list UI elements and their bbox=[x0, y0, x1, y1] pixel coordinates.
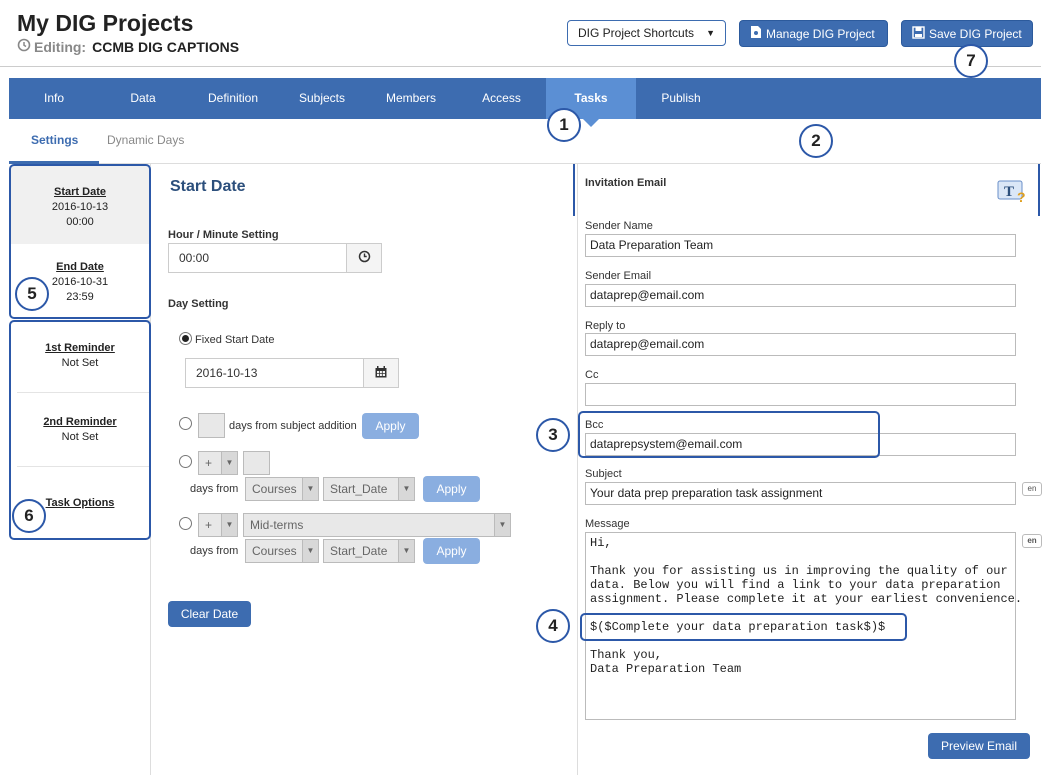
manage-label: Manage DIG Project bbox=[766, 26, 875, 41]
history-icon bbox=[17, 38, 31, 55]
date-field-select[interactable]: Start_Date ▼ bbox=[323, 539, 415, 563]
project-shortcuts-select[interactable]: DIG Project Shortcuts ▼ bbox=[567, 20, 726, 46]
message-label: Message bbox=[585, 518, 630, 530]
courses-select[interactable]: Courses ▼ bbox=[245, 539, 319, 563]
sign-select[interactable]: + ▼ bbox=[198, 513, 238, 537]
subtab-settings[interactable]: Settings bbox=[31, 133, 78, 147]
days-count-input[interactable] bbox=[198, 413, 225, 438]
callout-badge: 6 bbox=[12, 499, 46, 533]
tab-access[interactable]: Access bbox=[457, 78, 546, 119]
language-badge[interactable]: en bbox=[1022, 482, 1042, 496]
days-from-label: days from bbox=[190, 483, 239, 495]
fixed-start-date-radio[interactable] bbox=[179, 332, 192, 345]
tab-data[interactable]: Data bbox=[99, 78, 187, 119]
main-nav: Info Data Definition Subjects Members Ac… bbox=[9, 78, 1041, 127]
clock-icon bbox=[358, 250, 371, 266]
sender-name-label: Sender Name bbox=[585, 220, 653, 232]
document-icon bbox=[750, 25, 762, 42]
cc-label: Cc bbox=[585, 369, 599, 381]
calendar-button[interactable] bbox=[363, 358, 399, 388]
apply-button[interactable]: Apply bbox=[362, 413, 419, 439]
project-name: CCMB DIG CAPTIONS bbox=[92, 38, 240, 55]
hour-minute-label: Hour / Minute Setting bbox=[168, 229, 279, 241]
sign-select[interactable]: + ▼ bbox=[198, 451, 238, 475]
time-input[interactable]: 00:00 bbox=[168, 243, 347, 273]
days-from-label: days from bbox=[190, 545, 239, 557]
cc-input[interactable] bbox=[585, 383, 1016, 406]
calendar-icon bbox=[375, 365, 387, 381]
sender-name-input[interactable]: Data Preparation Team bbox=[585, 234, 1016, 257]
days-from-addition-radio[interactable] bbox=[179, 417, 192, 430]
highlight-box-email-header bbox=[573, 164, 1040, 216]
sender-email-input[interactable]: dataprep@email.com bbox=[585, 284, 1016, 307]
day-setting-label: Day Setting bbox=[168, 298, 229, 310]
shortcuts-label: DIG Project Shortcuts bbox=[578, 26, 695, 40]
caret-down-icon: ▼ bbox=[221, 514, 237, 536]
language-badge[interactable]: en bbox=[1022, 534, 1042, 548]
reply-to-input[interactable]: dataprep@email.com bbox=[585, 333, 1016, 356]
caret-down-icon: ▼ bbox=[221, 452, 237, 474]
save-project-button[interactable]: Save DIG Project bbox=[901, 20, 1033, 47]
editing-indicator: Editing: CCMB DIG CAPTIONS bbox=[17, 38, 239, 55]
highlight-box-bcc bbox=[578, 411, 880, 458]
caret-down-icon: ▼ bbox=[398, 478, 414, 500]
caret-down-icon: ▼ bbox=[398, 540, 414, 562]
subtab-dynamic-days[interactable]: Dynamic Days bbox=[107, 133, 184, 147]
callout-badge: 5 bbox=[15, 277, 49, 311]
sub-tabs: Settings Dynamic Days bbox=[9, 119, 1041, 164]
tab-members[interactable]: Members bbox=[365, 78, 457, 119]
event-select[interactable]: Mid-terms ▼ bbox=[243, 513, 511, 537]
offset-days-input[interactable] bbox=[243, 451, 270, 475]
subject-label: Subject bbox=[585, 468, 622, 480]
tab-definition[interactable]: Definition bbox=[187, 78, 279, 119]
days-from-addition-label: days from subject addition bbox=[229, 420, 357, 432]
clock-button[interactable] bbox=[346, 243, 382, 273]
sender-email-label: Sender Email bbox=[585, 270, 652, 282]
courses-select[interactable]: Courses ▼ bbox=[245, 477, 319, 501]
caret-down-icon: ▼ bbox=[302, 540, 318, 562]
header-divider bbox=[0, 66, 1041, 67]
fixed-start-date-label: Fixed Start Date bbox=[195, 334, 275, 346]
callout-badge: 1 bbox=[547, 108, 581, 142]
save-icon bbox=[912, 25, 925, 42]
relative-date-radio-1[interactable] bbox=[179, 455, 192, 468]
callout-badge: 3 bbox=[536, 418, 570, 452]
apply-button[interactable]: Apply bbox=[423, 538, 480, 564]
date-field-select[interactable]: Start_Date ▼ bbox=[323, 477, 415, 501]
highlight-box-task-link bbox=[580, 613, 907, 641]
editing-label: Editing: bbox=[34, 38, 87, 55]
tab-publish[interactable]: Publish bbox=[636, 78, 726, 119]
caret-down-icon: ▼ bbox=[302, 478, 318, 500]
clear-date-button[interactable]: Clear Date bbox=[168, 601, 251, 627]
section-title: Start Date bbox=[170, 178, 246, 195]
callout-badge: 2 bbox=[799, 124, 833, 158]
relative-date-radio-2[interactable] bbox=[179, 517, 192, 530]
reply-to-label: Reply to bbox=[585, 320, 626, 332]
tab-subjects[interactable]: Subjects bbox=[279, 78, 365, 119]
tab-info[interactable]: Info bbox=[9, 78, 99, 119]
callout-badge: 7 bbox=[954, 44, 988, 78]
page-title: My DIG Projects bbox=[17, 10, 194, 36]
apply-button[interactable]: Apply bbox=[423, 476, 480, 502]
subject-input[interactable]: Your data prep preparation task assignme… bbox=[585, 482, 1016, 505]
manage-project-button[interactable]: Manage DIG Project bbox=[739, 20, 888, 47]
caret-down-icon: ▼ bbox=[494, 514, 510, 536]
save-label: Save DIG Project bbox=[929, 26, 1022, 41]
callout-badge: 4 bbox=[536, 609, 570, 643]
fixed-date-input[interactable]: 2016-10-13 bbox=[185, 358, 364, 388]
preview-email-button[interactable]: Preview Email bbox=[928, 733, 1030, 759]
caret-down-icon: ▼ bbox=[706, 28, 715, 38]
